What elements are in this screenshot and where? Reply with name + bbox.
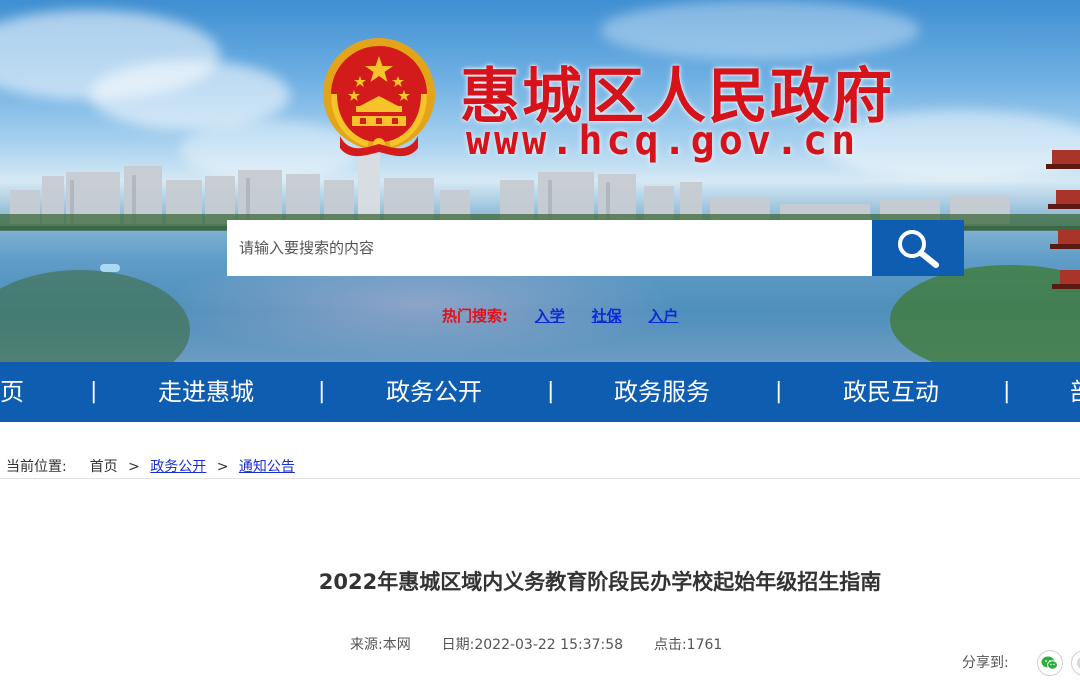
meta-source: 本网: [382, 637, 411, 653]
nav-separator: |: [90, 379, 98, 404]
breadcrumb-separator: >: [216, 459, 229, 475]
search-button[interactable]: [872, 220, 964, 276]
wechat-share-button[interactable]: [1037, 650, 1063, 676]
nav-item-interaction[interactable]: 政民互动: [843, 362, 939, 422]
meta-date: 2022-03-22 15:37:58: [474, 637, 624, 653]
nav-item-departments[interactable]: 部门: [1070, 362, 1080, 422]
article-title: 2022年惠城区域内义务教育阶段民办学校起始年级招生指南: [318, 570, 882, 594]
search-input[interactable]: [227, 220, 872, 276]
nav-item-home[interactable]: 首页: [0, 362, 24, 422]
meta-source-label: 来源:: [350, 637, 383, 653]
header-banner: 惠城区人民政府 www.hcq.gov.cn 热门搜索: 入学 社保 入户: [0, 0, 1080, 362]
nav-item-services[interactable]: 政务服务: [614, 362, 710, 422]
site-url: www.hcq.gov.cn: [466, 118, 860, 164]
national-emblem-logo: [323, 38, 435, 157]
breadcrumb-home[interactable]: 首页: [90, 459, 118, 475]
search-icon: [898, 230, 939, 268]
meta-hits-label: 点击:: [653, 637, 687, 653]
breadcrumb-notices[interactable]: 通知公告: [239, 459, 295, 475]
main-nav: 首页 | 走进惠城 | 政务公开 | 政务服务 | 政民互动 | 部门: [0, 362, 1080, 422]
nav-item-open-government[interactable]: 政务公开: [386, 362, 482, 422]
nav-item-about[interactable]: 走进惠城: [158, 362, 254, 422]
hot-search-label: 热门搜索:: [442, 307, 508, 325]
nav-separator: |: [318, 379, 326, 404]
share-more-button[interactable]: [1071, 650, 1080, 676]
breadcrumb-separator: >: [128, 459, 140, 475]
breadcrumb-label: 当前位置:: [6, 459, 67, 475]
breadcrumb: 当前位置: 首页 > 政务公开 > 通知公告: [6, 456, 295, 476]
hot-link-household[interactable]: 入户: [648, 307, 678, 325]
nav-separator: |: [775, 379, 783, 404]
hot-link-social-security[interactable]: 社保: [592, 307, 622, 325]
article-meta: 来源:本网 日期:2022-03-22 15:37:58 点击:1761: [350, 634, 722, 654]
hot-link-enrollment[interactable]: 入学: [535, 307, 565, 325]
breadcrumb-open-government[interactable]: 政务公开: [150, 459, 206, 475]
hot-search: 热门搜索: 入学 社保 入户: [442, 305, 700, 326]
share-more-icon: [1077, 657, 1080, 669]
divider: [0, 478, 1080, 479]
nav-separator: |: [547, 379, 555, 404]
share-label: 分享到:: [962, 655, 1009, 671]
wechat-icon: [1041, 656, 1058, 670]
nav-separator: |: [1003, 379, 1011, 404]
meta-hits: 1761: [686, 637, 723, 653]
meta-date-label: 日期:: [441, 637, 475, 653]
